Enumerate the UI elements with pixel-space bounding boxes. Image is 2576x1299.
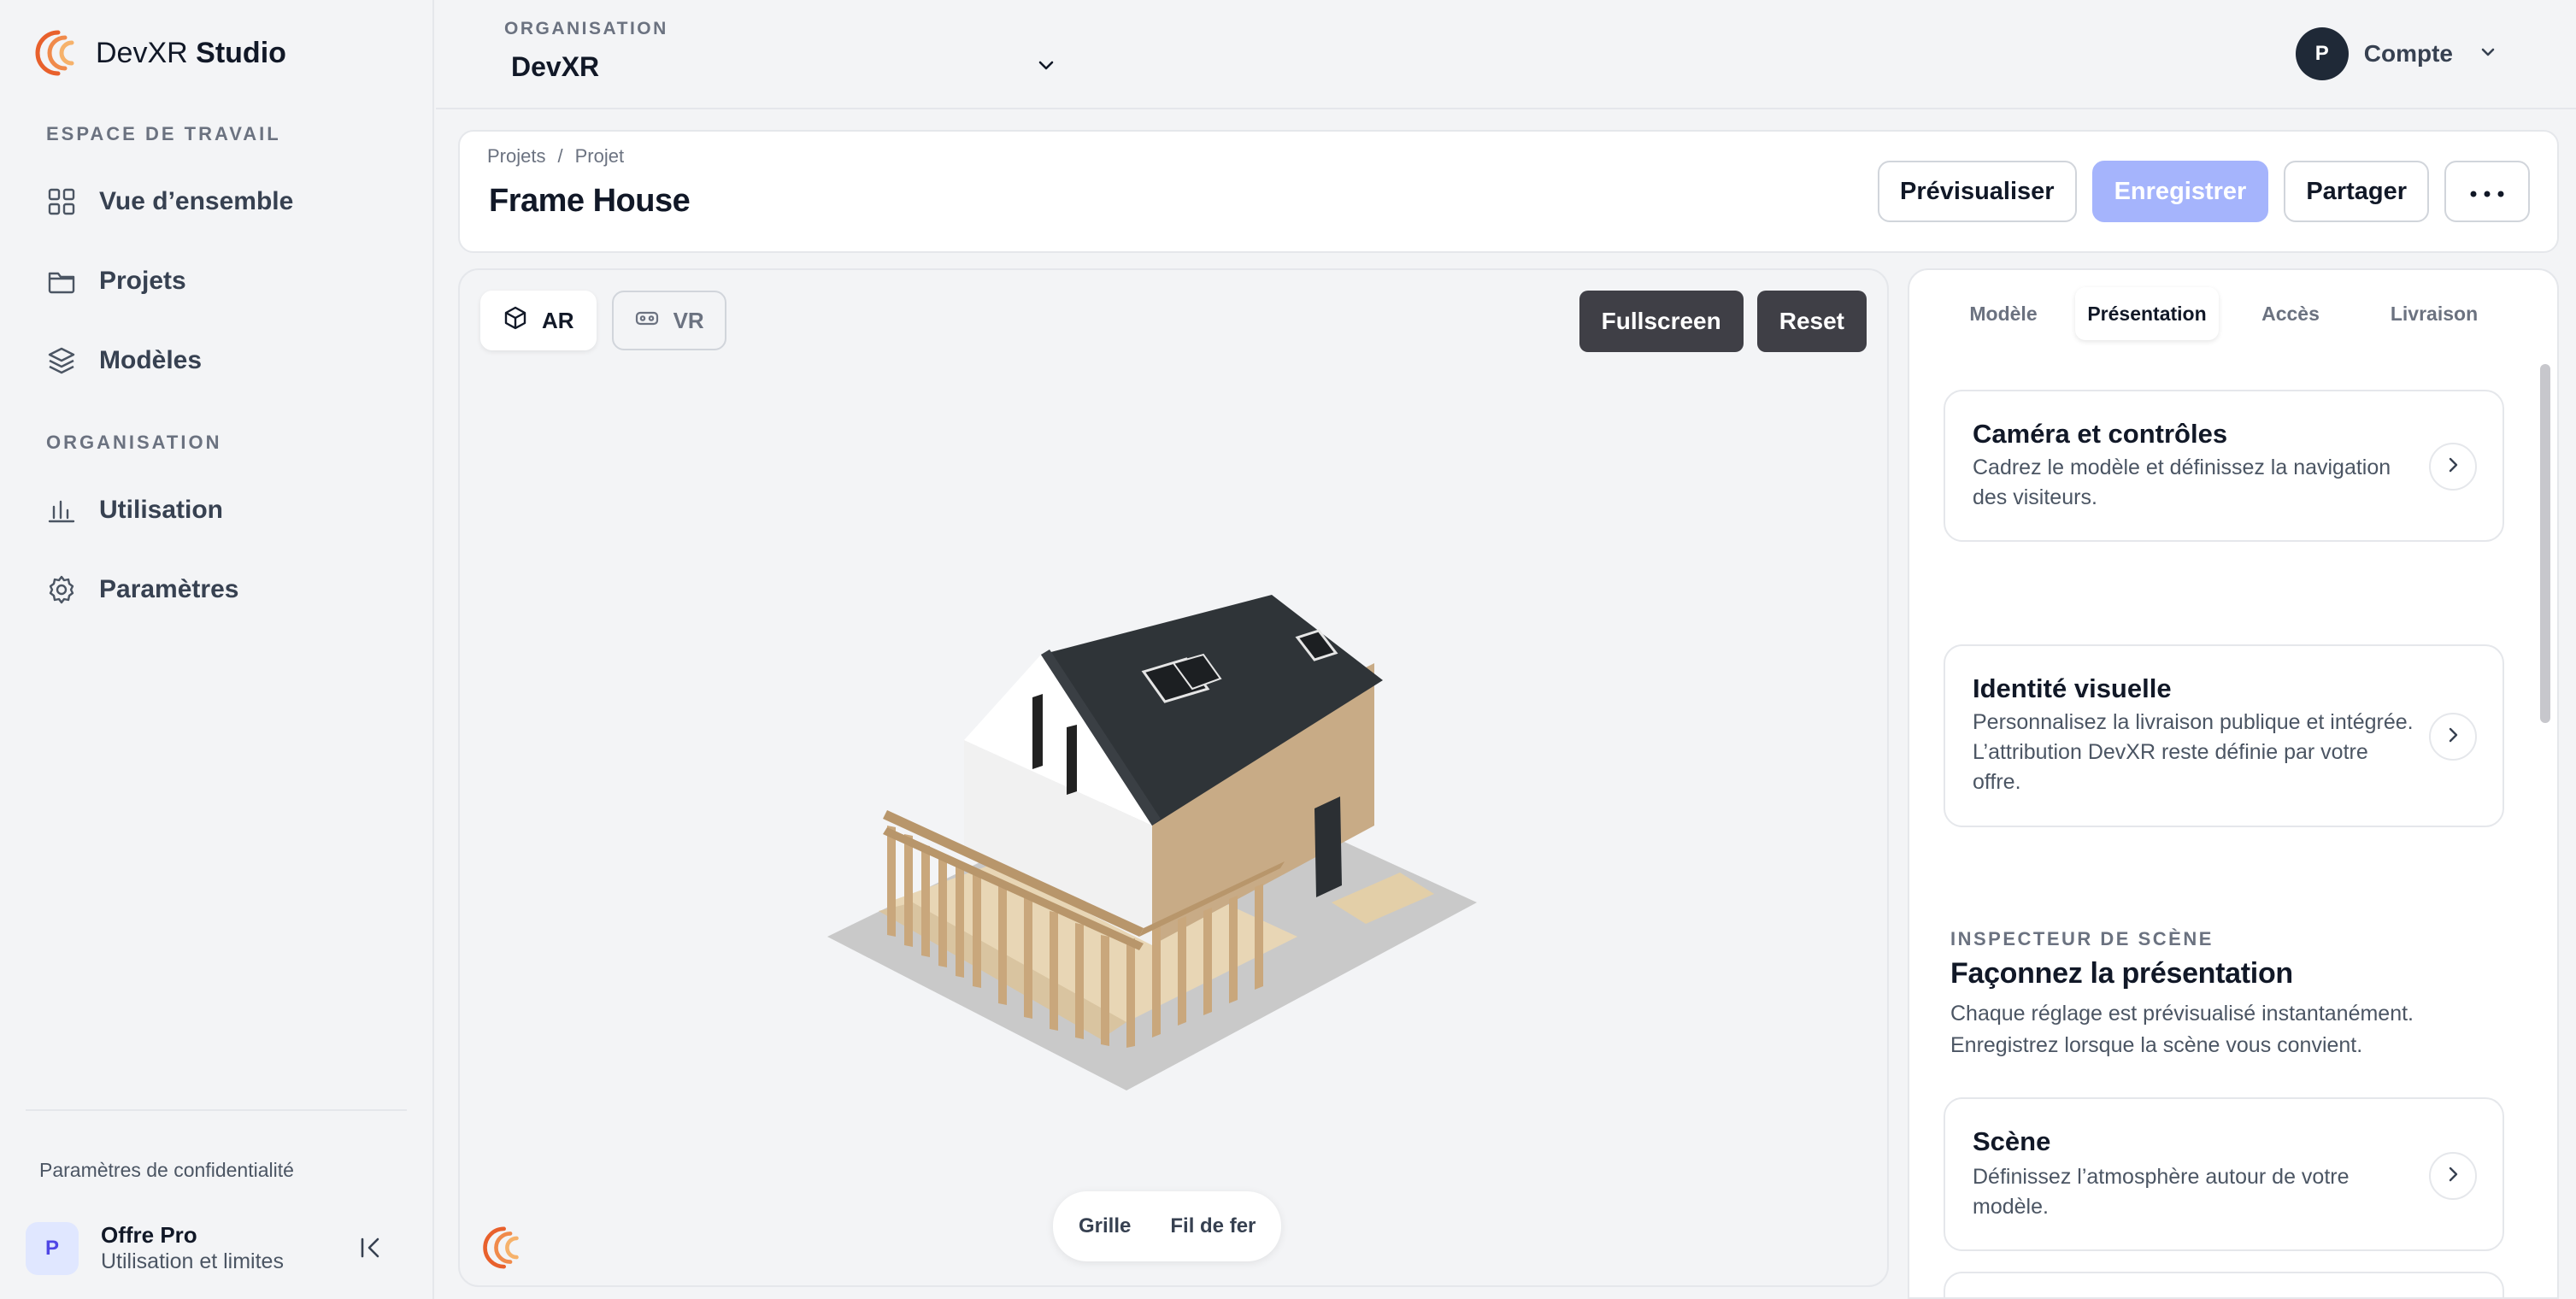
topbar: ORGANISATION DevXR P Compte [436,0,2576,109]
wireframe-toggle[interactable]: Fil de fer [1170,1214,1256,1238]
panel-tabs: Modèle Présentation Accès Livraison [1932,287,2506,340]
sidebar-item-overview[interactable]: Vue d’ensemble [46,178,293,226]
grid-toggle[interactable]: Grille [1079,1214,1131,1238]
view-mode-toggle: AR VR [480,291,726,350]
header-actions: Prévisualiser Enregistrer Partager [1878,161,2530,222]
brand-name: DevXR Studio [96,36,286,69]
page-title: Frame House [489,183,691,219]
collapse-left-icon [354,1231,388,1265]
house-model-render[interactable] [819,578,1503,1108]
org-label: ORGANISATION [504,19,668,38]
account-menu[interactable]: P Compte [2295,26,2499,82]
chevron-right-icon [2444,1165,2462,1188]
vr-mode-button[interactable]: VR [611,291,726,350]
brand[interactable]: DevXR Studio [32,29,286,77]
ar-mode-label: AR [542,307,574,333]
tab-access[interactable]: Accès [2219,287,2362,340]
save-button[interactable]: Enregistrer [2091,161,2269,222]
chevron-down-icon [1034,53,1058,81]
devxr-logo-icon [32,29,77,77]
breadcrumb-separator: / [557,145,563,167]
model-viewer[interactable]: AR VR Fullscreen Reset Grille Fil de fer [458,268,1889,1287]
breadcrumb-project: Projet [574,145,625,167]
inspector-label: INSPECTEUR DE SCÈNE [1950,928,2214,949]
sidebar-item-label: Vue d’ensemble [99,187,294,215]
inspector-description: Chaque réglage est prévisualisé instanta… [1950,1002,2414,1057]
card-title: Caméra et contrôles [1973,419,2228,449]
card-title: Scène [1973,1126,2051,1156]
chevron-down-icon [2468,41,2499,68]
visual-identity-card[interactable]: Identité visuelle Personnalisez la livra… [1944,644,2504,827]
tab-delivery[interactable]: Livraison [2362,287,2506,340]
folder-icon [46,266,77,297]
devxr-watermark-icon [480,1226,521,1270]
sidebar-item-usage[interactable]: Utilisation [46,486,223,534]
project-header: Projets / Projet Frame House Prévisualis… [458,130,2559,253]
chevron-right-icon [2444,726,2462,749]
sidebar-item-projects[interactable]: Projets [46,257,186,305]
org-select[interactable]: DevXR [511,48,1058,85]
sidebar-divider [26,1109,407,1111]
settings-panel: Modèle Présentation Accès Livraison Camé… [1908,268,2559,1299]
plan-subtitle[interactable]: Utilisation et limites [101,1249,284,1274]
preview-button[interactable]: Prévisualiser [1878,161,2077,222]
grid-icon [46,186,77,217]
open-visual-identity-button[interactable] [2429,713,2477,761]
next-card-partial[interactable] [1944,1272,2504,1297]
sidebar-item-settings[interactable]: Paramètres [46,566,238,614]
ar-mode-button[interactable]: AR [480,291,597,350]
breadcrumb-projects[interactable]: Projets [487,145,545,168]
viewer-actions: Fullscreen Reset [1579,291,1867,352]
sidebar-item-label: Modèles [99,346,203,374]
collapse-sidebar-button[interactable] [354,1231,388,1265]
tab-model[interactable]: Modèle [1932,287,2075,340]
plan-avatar[interactable]: P [26,1222,79,1275]
workspace-section-label: ESPACE DE TRAVAIL [46,123,281,144]
account-label: Compte [2363,40,2453,67]
inspector-title: Façonnez la présentation [1950,957,2293,990]
open-camera-controls-button[interactable] [2429,443,2477,491]
reset-button[interactable]: Reset [1756,291,1867,352]
cube-icon [503,305,528,337]
open-scene-button[interactable] [2429,1152,2477,1200]
sidebar: DevXR Studio ESPACE DE TRAVAIL Vue d’ens… [0,0,434,1299]
plan-title[interactable]: Offre Pro [101,1222,197,1249]
card-title: Identité visuelle [1973,673,2172,703]
breadcrumb: Projets / Projet [487,145,624,168]
org-value: DevXR [511,50,600,82]
scene-card[interactable]: Scène Définissez l’atmosphère autour de … [1944,1097,2504,1251]
bar-chart-icon [46,495,77,526]
sidebar-item-label: Projets [99,267,186,295]
chevron-right-icon [2444,456,2462,479]
card-description: Cadrez le modèle et définissez la naviga… [1973,456,2391,509]
share-button[interactable]: Partager [2284,161,2429,222]
card-description: Définissez l’atmosphère autour de votre … [1973,1165,2350,1219]
privacy-settings-link[interactable]: Paramètres de confidentialité [39,1159,294,1182]
sidebar-item-models[interactable]: Modèles [46,337,202,385]
settings-icon [46,574,77,605]
layers-icon [46,345,77,376]
panel-scrollbar[interactable] [2540,364,2550,723]
more-options-button[interactable] [2444,161,2530,222]
viewer-overlay-toggles: Grille Fil de fer [1053,1191,1282,1261]
account-avatar: P [2295,27,2349,80]
more-horizontal-icon [2468,178,2506,206]
organisation-section-label: ORGANISATION [46,432,222,453]
camera-controls-card[interactable]: Caméra et contrôles Cadrez le modèle et … [1944,390,2504,542]
sidebar-item-label: Utilisation [99,496,224,524]
fullscreen-button[interactable]: Fullscreen [1579,291,1744,352]
card-description: Personnalisez la livraison publique et i… [1973,710,2414,794]
tab-presentation[interactable]: Présentation [2075,287,2219,340]
vr-headset-icon [634,305,660,337]
vr-mode-label: VR [673,307,704,333]
sidebar-item-label: Paramètres [99,575,239,603]
